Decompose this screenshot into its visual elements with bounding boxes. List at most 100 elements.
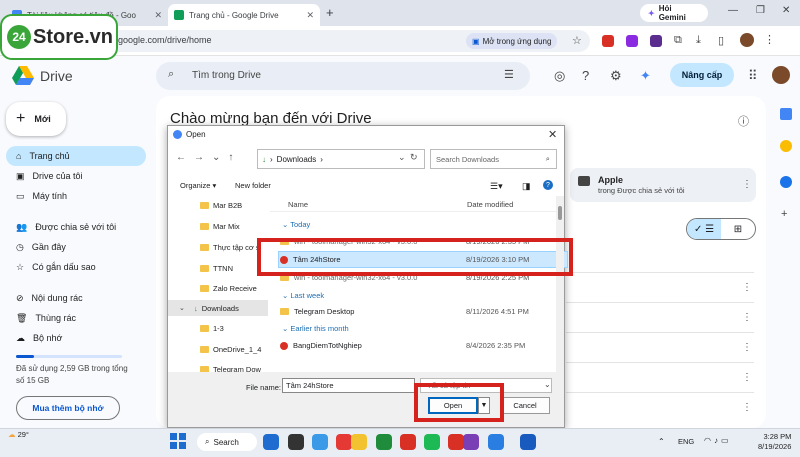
spotify-icon[interactable] bbox=[463, 434, 479, 450]
extensions-puzzle-icon[interactable]: ⧉ bbox=[674, 34, 682, 47]
nav-downloads[interactable]: ↓ Downloads bbox=[194, 304, 260, 313]
file-row[interactable]: BangDiemTotNghiep 8/4/2026 2:35 PM bbox=[280, 341, 570, 350]
gemini-spark-icon[interactable]: ✦ bbox=[640, 68, 651, 84]
file-explorer-icon[interactable] bbox=[288, 434, 304, 450]
grid-view-icon[interactable]: ⊞ bbox=[721, 219, 755, 239]
account-avatar[interactable] bbox=[772, 66, 790, 84]
file-name-input[interactable]: Tâm 24hStore bbox=[282, 378, 415, 393]
refresh-icon[interactable]: ↻ bbox=[410, 152, 418, 163]
extension-icon[interactable] bbox=[602, 35, 614, 47]
nav-folder[interactable]: Mar B2B bbox=[200, 201, 266, 210]
browser-tab-drive[interactable]: Trang chủ - Google Drive ✕ bbox=[168, 4, 320, 26]
group-header[interactable]: ⌄ Last week bbox=[282, 291, 324, 300]
settings-gear-icon[interactable]: ⚙ bbox=[610, 68, 622, 84]
preview-pane-icon[interactable]: ◨ bbox=[522, 181, 531, 192]
close-window-button[interactable]: ✕ bbox=[782, 5, 790, 16]
store-icon[interactable] bbox=[336, 434, 352, 450]
name-column-header[interactable]: Name bbox=[288, 200, 308, 209]
nav-folder[interactable]: OneDrive_1_4 bbox=[200, 345, 266, 354]
chevron-down-icon[interactable]: ⌄ bbox=[544, 380, 551, 389]
more-actions-icon[interactable]: ⋮ bbox=[742, 342, 752, 353]
more-actions-icon[interactable]: ⋮ bbox=[742, 179, 752, 190]
date-column-header[interactable]: Date modified bbox=[467, 200, 513, 209]
extension-icon[interactable] bbox=[650, 35, 662, 47]
app-icon[interactable] bbox=[424, 434, 440, 450]
keep-icon[interactable] bbox=[780, 140, 792, 152]
cancel-button[interactable]: Cancel bbox=[500, 397, 550, 414]
group-header[interactable]: ⌄ Earlier this month bbox=[282, 324, 349, 333]
suggested-folder-card[interactable] bbox=[570, 168, 756, 202]
url-text[interactable]: google.com/drive/home bbox=[118, 35, 212, 45]
open-in-app-button[interactable]: ▣ Mở trong ứng dụng bbox=[466, 33, 558, 49]
profile-avatar[interactable] bbox=[740, 33, 754, 47]
dialog-close-icon[interactable]: ✕ bbox=[548, 128, 557, 141]
nav-folder[interactable]: 1-3 bbox=[200, 324, 266, 333]
buy-storage-button[interactable]: Mua thêm bộ nhớ bbox=[16, 396, 120, 420]
close-tab-icon[interactable]: ✕ bbox=[154, 10, 162, 21]
extension-icon[interactable] bbox=[626, 35, 638, 47]
nav-storage[interactable]: ☁ Bộ nhớ bbox=[6, 328, 146, 348]
nav-starred[interactable]: ☆ Có gắn dấu sao bbox=[6, 257, 146, 277]
taskbar-search[interactable]: ⌕ Search bbox=[197, 433, 257, 451]
scrollbar-thumb[interactable] bbox=[558, 206, 562, 220]
dialog-help-icon[interactable]: ? bbox=[543, 180, 553, 190]
edge-icon[interactable] bbox=[312, 434, 328, 450]
more-actions-icon[interactable]: ⋮ bbox=[742, 282, 752, 293]
nav-spam[interactable]: ⊘ Nội dung rác bbox=[6, 288, 146, 308]
new-folder-button[interactable]: New folder bbox=[235, 181, 271, 190]
side-panel-icon[interactable]: ▯ bbox=[718, 34, 724, 47]
tasks-icon[interactable] bbox=[780, 176, 792, 188]
calendar-icon[interactable] bbox=[780, 108, 792, 120]
new-button[interactable]: + Mới bbox=[6, 102, 66, 136]
view-toggle[interactable]: ✓ ☰ ⊞ bbox=[686, 218, 756, 240]
dialog-search-input[interactable]: Search Downloads ⌕ bbox=[430, 149, 557, 169]
tray-status-icons[interactable]: ◠♪▭ bbox=[704, 436, 732, 445]
weather-widget[interactable]: ☁ 29° bbox=[8, 430, 29, 439]
downloads-icon[interactable]: ⤓ bbox=[696, 34, 701, 47]
chrome-taskbar-icon[interactable] bbox=[488, 434, 504, 450]
task-view-icon[interactable] bbox=[263, 434, 279, 450]
chrome-taskbar-icon[interactable] bbox=[376, 434, 392, 450]
nav-home[interactable]: ⌂ Trang chủ bbox=[6, 146, 146, 166]
path-dropdown-icon[interactable]: ⌄ bbox=[398, 152, 406, 163]
collapse-chevron-icon[interactable]: ⌄ bbox=[179, 304, 185, 312]
system-clock[interactable]: 3:28 PM 8/19/2026 bbox=[758, 432, 791, 452]
group-header[interactable]: ⌄ Today bbox=[282, 220, 310, 229]
more-actions-icon[interactable]: ⋮ bbox=[742, 402, 752, 413]
app-icon[interactable] bbox=[520, 434, 536, 450]
file-list-scrollbar[interactable] bbox=[556, 196, 564, 372]
new-tab-button[interactable]: + bbox=[326, 5, 334, 20]
youtube-icon[interactable] bbox=[351, 434, 367, 450]
more-actions-icon[interactable]: ⋮ bbox=[742, 312, 752, 323]
nav-trash[interactable]: 🗑 Thùng rác bbox=[6, 308, 146, 328]
list-view-icon[interactable]: ✓ ☰ bbox=[687, 219, 721, 239]
ask-gemini-button[interactable]: ✦ Hỏi Gemini bbox=[640, 4, 708, 22]
info-icon[interactable]: ⓘ bbox=[738, 113, 749, 129]
nav-shared-with-me[interactable]: 👥 Được chia sẻ với tôi bbox=[6, 217, 146, 237]
word-icon[interactable] bbox=[572, 434, 588, 450]
nav-computers[interactable]: ▭ Máy tính bbox=[6, 186, 146, 206]
offline-ready-icon[interactable]: ◎ bbox=[554, 68, 565, 84]
dialog-nav-buttons[interactable]: ←→⌄↑ bbox=[176, 152, 241, 163]
app-icon[interactable] bbox=[400, 434, 416, 450]
upgrade-button[interactable]: Nâng cấp bbox=[670, 63, 734, 87]
bookmark-star-icon[interactable]: ☆ bbox=[572, 34, 582, 47]
drive-logo[interactable]: Drive bbox=[12, 66, 73, 86]
more-actions-icon[interactable]: ⋮ bbox=[742, 372, 752, 383]
maximize-button[interactable]: ❐ bbox=[756, 5, 765, 16]
apps-grid-icon[interactable]: ⠿ bbox=[748, 68, 758, 84]
start-windows-icon[interactable] bbox=[170, 433, 186, 449]
organize-button[interactable]: Organize ▾ bbox=[180, 181, 216, 190]
add-addon-icon[interactable]: + bbox=[781, 208, 787, 220]
nav-folder[interactable]: Mar Mix bbox=[200, 222, 266, 231]
language-indicator[interactable]: ENG bbox=[678, 437, 694, 446]
help-icon[interactable]: ? bbox=[582, 68, 589, 83]
nav-recent[interactable]: ◷ Gần đây bbox=[6, 237, 146, 257]
file-row[interactable]: Telegram Desktop 8/11/2026 4:51 PM bbox=[280, 307, 570, 316]
nav-folder[interactable]: Zalo Receive bbox=[200, 284, 266, 293]
drive-search-placeholder[interactable]: Tìm trong Drive bbox=[192, 70, 261, 81]
nav-my-drive[interactable]: ▣ Drive của tôi bbox=[6, 166, 146, 186]
close-tab-icon[interactable]: ✕ bbox=[306, 10, 314, 21]
view-options-icon[interactable]: ☰▾ bbox=[490, 181, 503, 192]
chrome-taskbar-icon[interactable] bbox=[544, 434, 560, 450]
